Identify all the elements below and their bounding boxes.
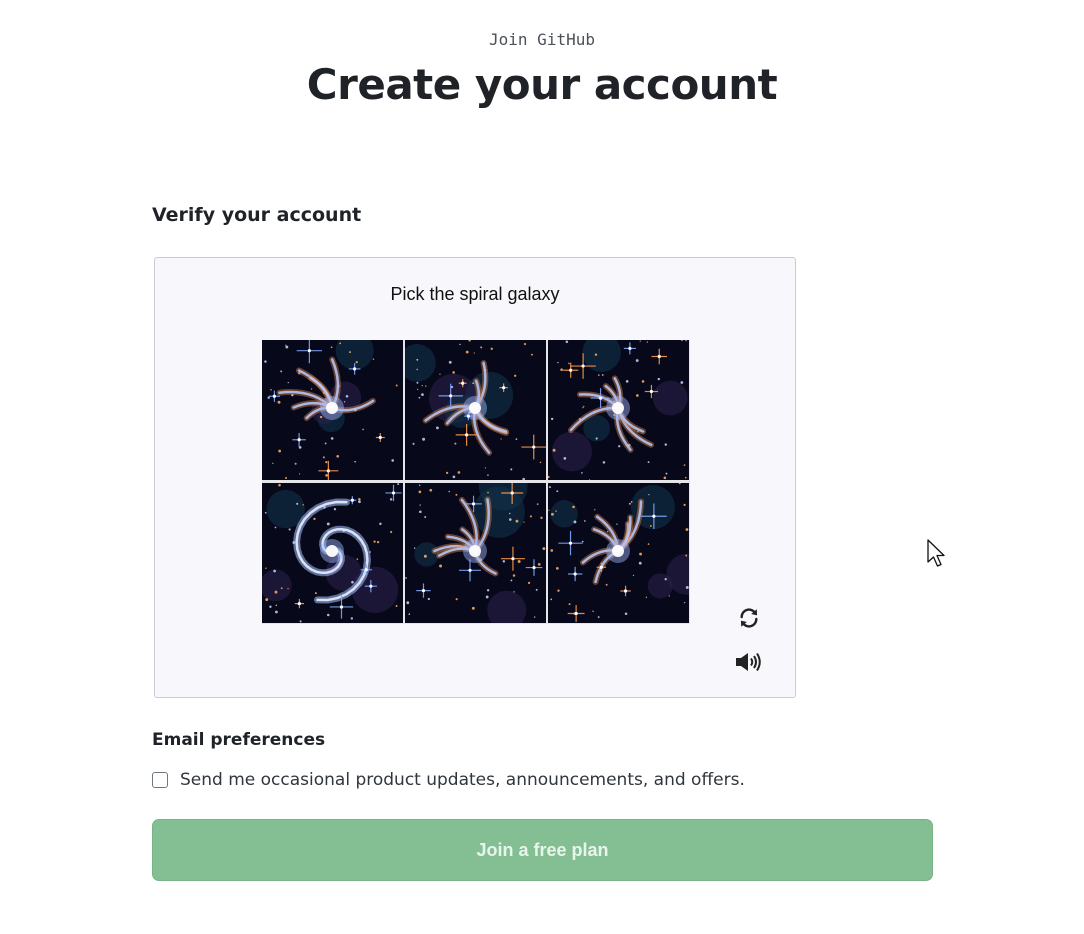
galaxy-image [405, 340, 546, 480]
captcha-panel: Pick the spiral galaxy [154, 257, 796, 698]
captcha-tile-3[interactable] [548, 340, 689, 480]
captcha-tile-grid [262, 340, 690, 624]
galaxy-image [548, 483, 689, 623]
signup-page: Join GitHub Create your account Verify y… [0, 0, 1084, 934]
galaxy-image [262, 340, 403, 480]
page-title: Create your account [306, 60, 778, 109]
join-github-eyebrow: Join GitHub [489, 30, 595, 49]
join-free-plan-button[interactable]: Join a free plan [152, 819, 933, 881]
captcha-tile-5[interactable] [405, 483, 546, 623]
verify-heading: Verify your account [152, 204, 362, 226]
captcha-tile-4[interactable] [262, 483, 403, 623]
speaker-icon [735, 651, 763, 677]
marketing-opt-in-row: Send me occasional product updates, anno… [152, 770, 745, 790]
captcha-prompt: Pick the spiral galaxy [390, 284, 560, 304]
mouse-pointer-icon [927, 539, 945, 567]
galaxy-image [405, 483, 546, 623]
audio-challenge-button[interactable] [733, 648, 765, 680]
reload-button[interactable] [733, 604, 765, 636]
galaxy-image [262, 483, 403, 623]
captcha-tile-6[interactable] [548, 483, 689, 623]
email-preferences-heading: Email preferences [152, 730, 326, 750]
reload-icon [738, 607, 760, 633]
captcha-tile-1[interactable] [262, 340, 403, 480]
marketing-opt-in-checkbox[interactable] [152, 772, 168, 788]
captcha-tile-2[interactable] [405, 340, 546, 480]
marketing-opt-in-label[interactable]: Send me occasional product updates, anno… [180, 770, 745, 790]
galaxy-image [548, 340, 689, 480]
